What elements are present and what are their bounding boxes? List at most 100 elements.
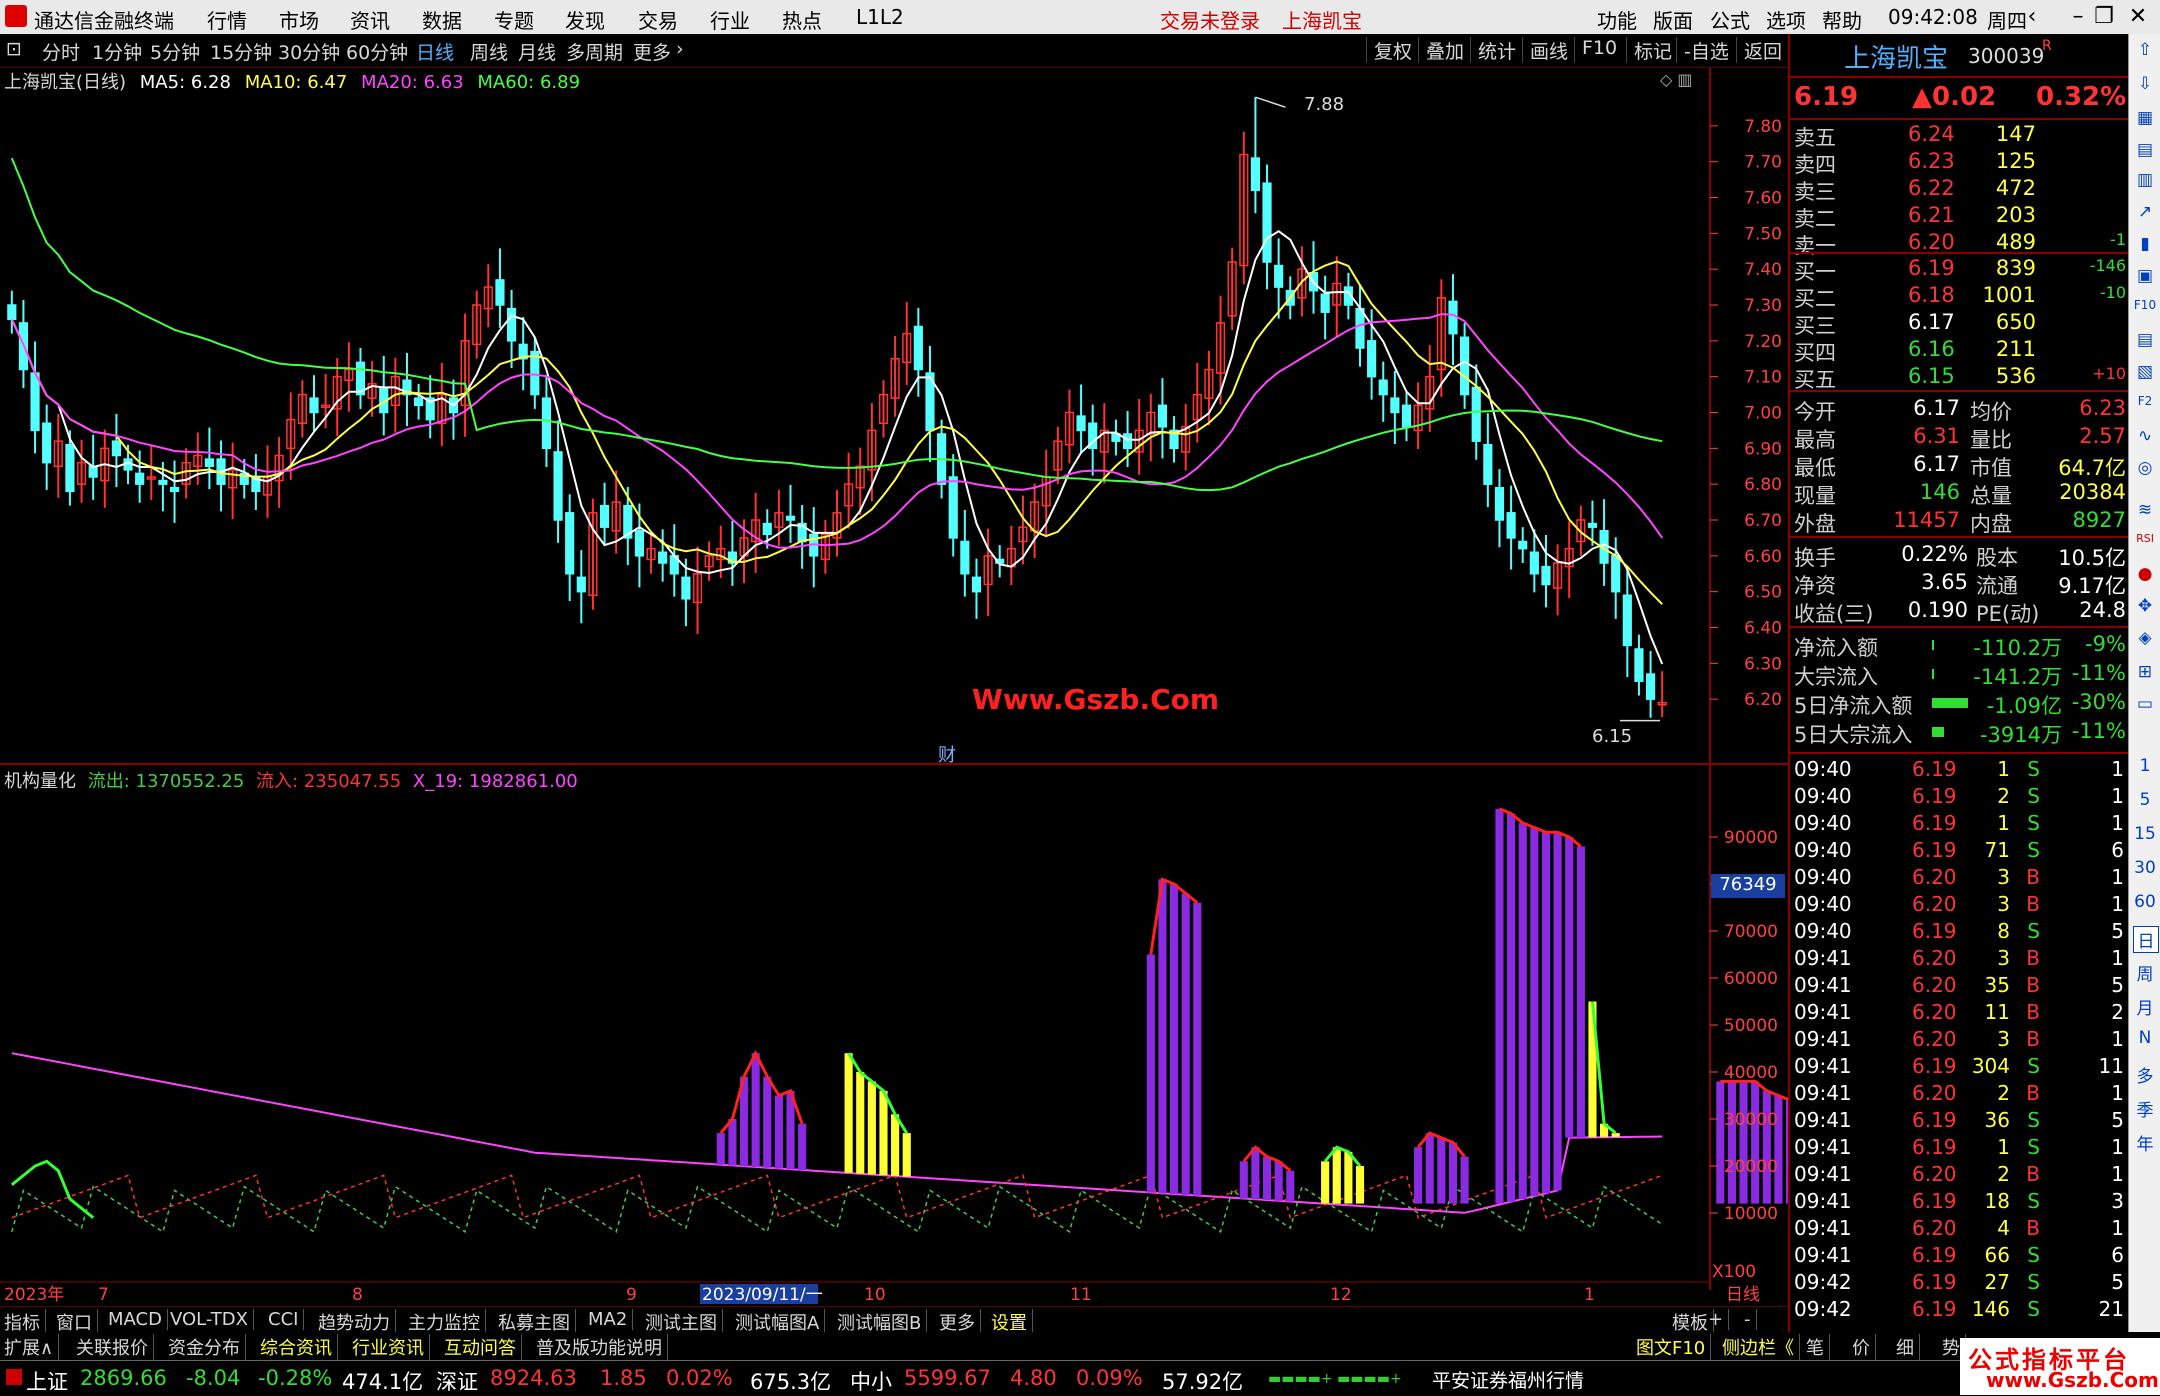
zx-label[interactable]: 中小 <box>850 1366 892 1396</box>
move-icon[interactable]: ✥ <box>2133 596 2157 616</box>
info-tab-right[interactable]: 侧边栏《 <box>1722 1334 1800 1360</box>
info-tab-right[interactable]: 细 <box>1896 1334 1920 1360</box>
tick-count: 6 <box>2111 838 2124 862</box>
close-icon[interactable]: ✕ <box>2122 3 2154 31</box>
tick-price: 6.19 <box>1912 1108 1957 1132</box>
period-side-year[interactable]: 年 <box>2133 1130 2157 1155</box>
box-icon[interactable]: ▣ <box>2133 266 2157 286</box>
tick-count: 1 <box>2111 892 2124 916</box>
page-icon[interactable]: ▭ <box>2133 694 2157 714</box>
back-icon[interactable]: ‹ <box>2016 3 2048 31</box>
sub-y-tick-label: 50000 <box>1724 1016 1778 1036</box>
flow-value: -3914万 <box>1979 723 2062 747</box>
indicator-tab-right[interactable]: - <box>1744 1309 1757 1330</box>
indicator-tab[interactable]: CCI <box>268 1309 305 1330</box>
tick-row: 09:40 6.19 1 S 1 <box>1792 811 2128 838</box>
yellow-flow-bar <box>844 1053 853 1173</box>
flow-bar <box>1932 669 1934 679</box>
candle-body <box>762 522 772 536</box>
trend-icon[interactable]: ↗ <box>2133 202 2157 222</box>
stat2-label: 净资 <box>1794 574 1836 598</box>
tick-direction: B <box>2026 973 2040 997</box>
table-icon[interactable]: ▤ <box>2133 140 2157 160</box>
y-tick-label: 6.60 <box>1744 547 1782 567</box>
indicator-tab[interactable]: VOL-TDX <box>170 1309 254 1330</box>
tick-count: 1 <box>2111 784 2124 808</box>
sh-label[interactable]: 上证 <box>26 1366 68 1396</box>
sh-amount: 474.1亿 <box>342 1370 424 1394</box>
info-tab-right[interactable]: 图文F10 <box>1636 1334 1712 1360</box>
restore-icon[interactable]: ❐ <box>2088 3 2120 31</box>
ask-volume: 203 <box>1995 203 2036 227</box>
ring-icon[interactable]: ◎ <box>2133 458 2157 478</box>
menu-bangzhu[interactable]: 帮助 <box>1822 5 1862 34</box>
list-icon[interactable]: ▥ <box>2133 170 2157 190</box>
candle-body <box>1076 415 1086 432</box>
indicator-tab[interactable]: MACD <box>108 1309 168 1330</box>
rsi-icon[interactable]: RSI <box>2133 532 2157 545</box>
yellow-flow-bar <box>1321 1161 1330 1204</box>
stop-icon[interactable]: ● <box>2133 564 2157 584</box>
purple-flow-bar <box>1448 1142 1458 1204</box>
arrow-up-icon[interactable]: ⇧ <box>2133 40 2157 60</box>
tick-count: 1 <box>2111 946 2124 970</box>
tick-direction: S <box>2027 919 2040 943</box>
info-tab[interactable]: 普及版功能说明 <box>536 1334 668 1360</box>
tick-time: 09:41 <box>1794 1108 1852 1132</box>
period-side-n[interactable]: N <box>2133 1028 2157 1048</box>
candle-body <box>1122 433 1133 450</box>
kline-icon[interactable]: ≋ <box>2133 500 2157 520</box>
arrow-down-icon[interactable]: ⇩ <box>2133 74 2157 94</box>
indicator-tab-right[interactable]: + <box>1708 1309 1730 1330</box>
period-side-5[interactable]: 5 <box>2133 790 2157 810</box>
bars-icon[interactable]: ▮ <box>2133 234 2157 254</box>
period-side-60[interactable]: 60 <box>2133 892 2157 912</box>
period-side-day[interactable]: 日 <box>2133 926 2159 953</box>
info-tab[interactable]: 行业资讯 <box>352 1334 430 1360</box>
indicator-tab[interactable]: MA2 <box>588 1309 634 1330</box>
info-tab-right[interactable]: 价 <box>1852 1334 1876 1360</box>
info-tab[interactable]: 扩展∧ <box>4 1334 60 1360</box>
period-side-multi[interactable]: 多 <box>2133 1062 2157 1087</box>
tick-direction: B <box>2026 865 2040 889</box>
tick-direction: B <box>2026 1162 2040 1186</box>
price-change-pct: 0.32% <box>2036 82 2127 112</box>
shape-icon[interactable]: ◈ <box>2133 628 2157 648</box>
sz-label[interactable]: 深证 <box>436 1366 478 1396</box>
period-side-30[interactable]: 30 <box>2133 858 2157 878</box>
tick-volume: 1 <box>1997 757 2010 781</box>
info-tab[interactable]: 综合资讯 <box>260 1334 338 1360</box>
info-tab[interactable]: 资金分布 <box>168 1334 246 1360</box>
bid-price: 6.16 <box>1908 337 1955 361</box>
f2-icon[interactable]: F2 <box>2133 394 2157 408</box>
ma-line-ma60 <box>10 157 1663 492</box>
tick-price: 6.20 <box>1912 946 1957 970</box>
y-tick-label: 6.70 <box>1744 511 1782 531</box>
y-tick-label: 6.40 <box>1744 619 1782 639</box>
flow-value: -141.2万 <box>1973 665 2062 689</box>
tick-direction: S <box>2027 1297 2040 1321</box>
candle-body <box>1471 386 1481 442</box>
candle-body <box>681 576 691 600</box>
info-tab[interactable]: 互动问答 <box>444 1334 522 1360</box>
period-side-month[interactable]: 月 <box>2133 994 2157 1019</box>
finance-tag[interactable]: 财 <box>938 741 956 767</box>
x-tick-label: 8 <box>352 1285 363 1305</box>
grid-icon[interactable]: ▦ <box>2133 108 2157 128</box>
img-icon[interactable]: ▧ <box>2133 362 2157 382</box>
flow-pct: -9% <box>2085 632 2126 656</box>
period-side-1[interactable]: 1 <box>2133 756 2157 776</box>
period-side-15[interactable]: 15 <box>2133 824 2157 844</box>
period-side-season[interactable]: 季 <box>2133 1096 2157 1121</box>
period-side-week[interactable]: 周 <box>2133 960 2157 985</box>
y-tick-label: 6.90 <box>1744 439 1782 459</box>
tick-time: 09:41 <box>1794 1162 1852 1186</box>
doc-icon[interactable]: ▤ <box>2133 330 2157 350</box>
info-tab[interactable]: 关联报价 <box>76 1334 154 1360</box>
plus-icon[interactable]: ⊞ <box>2133 662 2157 682</box>
wave-icon[interactable]: ∿ <box>2133 426 2157 446</box>
info-tab-right[interactable]: 笔 <box>1806 1334 1830 1360</box>
purple-flow-bar <box>1181 893 1190 1195</box>
tick-price: 6.19 <box>1912 1054 1957 1078</box>
f10-icon[interactable]: F10 <box>2133 298 2157 312</box>
